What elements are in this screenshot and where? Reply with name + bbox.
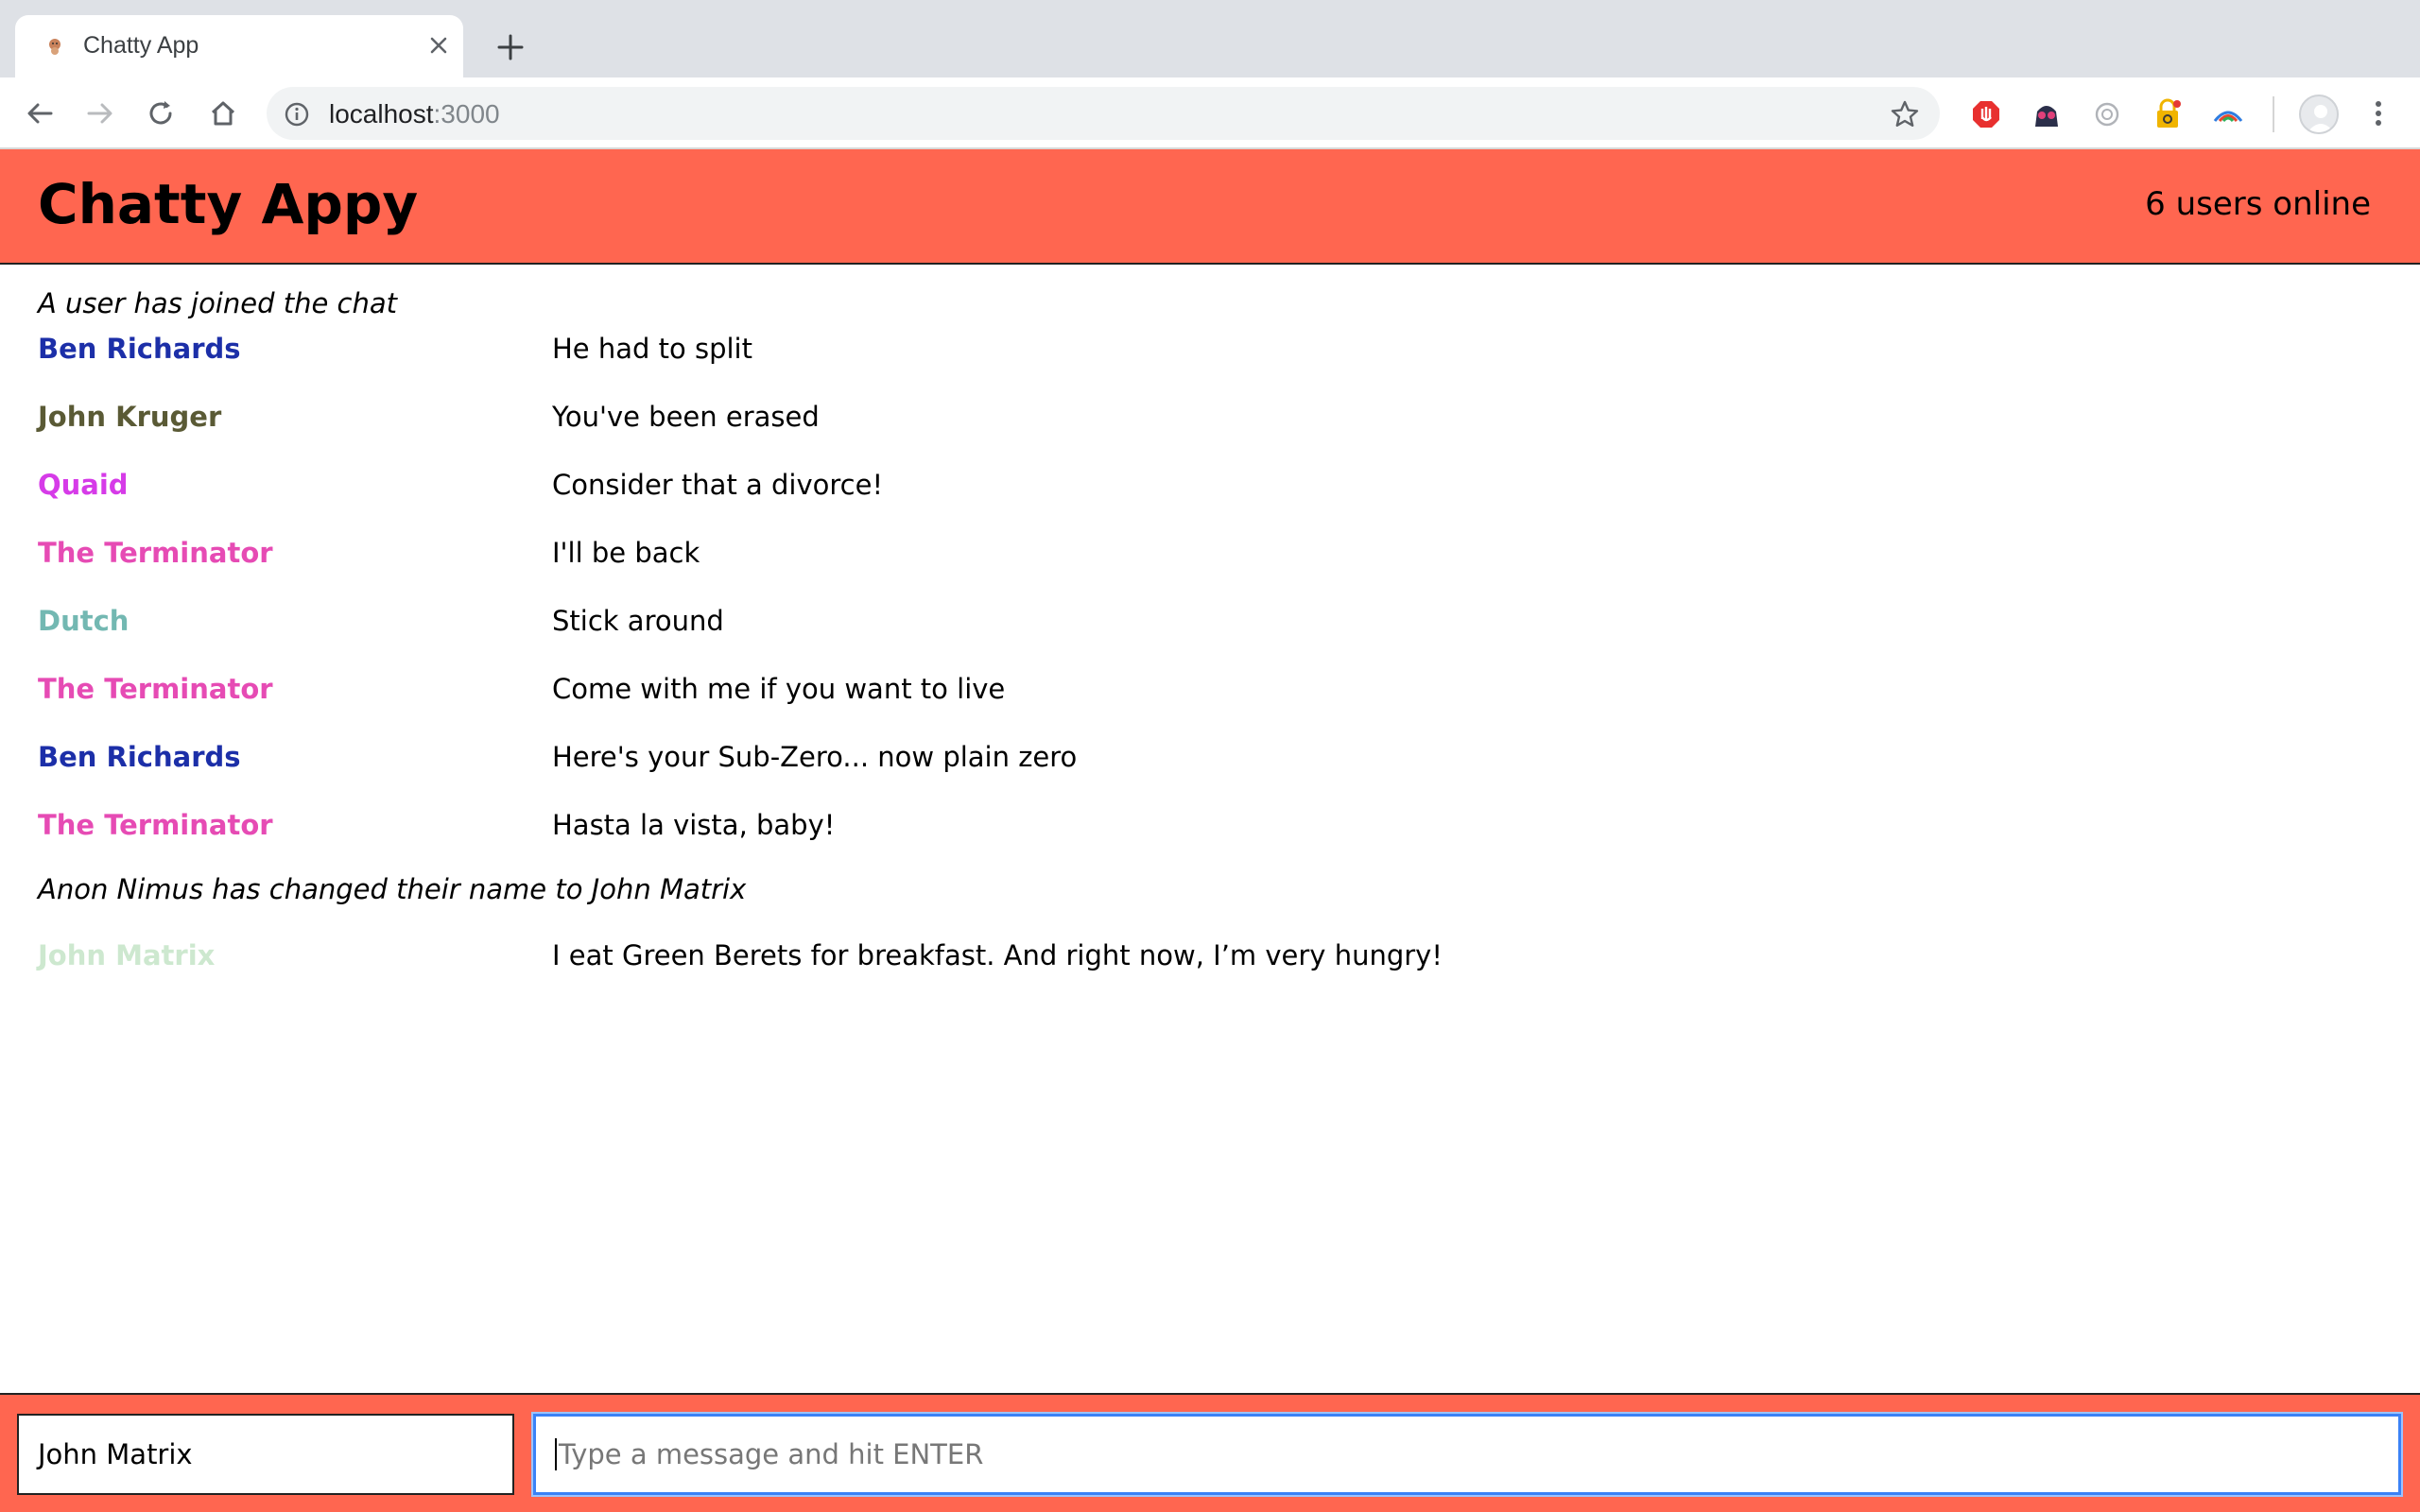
message-input[interactable]: Type a message and hit ENTER — [533, 1414, 2401, 1495]
message-username: John Matrix — [38, 939, 216, 971]
new-tab-icon[interactable] — [493, 30, 527, 64]
app-navbar: Chatty Appy 6 users online — [0, 149, 2420, 265]
url-text: localhost:3000 — [329, 99, 500, 129]
email-lock-extension-icon[interactable] — [2152, 98, 2184, 130]
message-content: Consider that a divorce! — [552, 469, 884, 501]
home-icon[interactable] — [206, 96, 240, 130]
message-username: Dutch — [38, 605, 130, 637]
users-online-count: 6 users online — [2145, 185, 2371, 223]
message-content: I eat Green Berets for breakfast. And ri… — [552, 939, 1443, 971]
chat-message: Dutch Stick around — [0, 605, 2420, 662]
back-icon[interactable] — [23, 96, 57, 130]
chat-message: The Terminator Come with me if you want t… — [0, 673, 2420, 730]
browser-tabstrip: Chatty App — [0, 0, 2420, 77]
message-username: The Terminator — [38, 673, 273, 705]
browser-tab[interactable]: Chatty App — [15, 15, 463, 77]
message-content: Stick around — [552, 605, 724, 637]
chat-message: Ben Richards He had to split — [0, 333, 2420, 389]
text-caret — [555, 1438, 557, 1470]
forward-icon[interactable] — [83, 96, 117, 130]
message-username: The Terminator — [38, 809, 273, 841]
system-notification: Anon Nimus has changed their name to Joh… — [38, 873, 747, 905]
url-host: localhost — [329, 99, 434, 129]
more-menu-icon[interactable] — [2363, 94, 2394, 132]
chat-message: Quaid Consider that a divorce! — [0, 469, 2420, 525]
profile-avatar[interactable] — [2299, 94, 2339, 134]
tab-title: Chatty App — [83, 32, 199, 59]
adblock-extension-icon[interactable] — [1970, 98, 2002, 130]
chat-composer: John Matrix Type a message and hit ENTER — [0, 1393, 2420, 1512]
message-username: Quaid — [38, 469, 129, 501]
bookmark-star-icon[interactable] — [1889, 98, 1921, 130]
rainbow-extension-icon[interactable] — [2212, 98, 2244, 130]
message-placeholder: Type a message and hit ENTER — [559, 1438, 984, 1470]
message-username: The Terminator — [38, 537, 273, 569]
info-icon[interactable] — [284, 101, 310, 128]
message-username: Ben Richards — [38, 741, 241, 773]
close-icon[interactable] — [424, 30, 454, 60]
chat-message: Ben Richards Here's your Sub-Zero... now … — [0, 741, 2420, 798]
system-notification: A user has joined the chat — [38, 287, 397, 319]
person-icon — [2308, 105, 2334, 132]
message-username: Ben Richards — [38, 333, 241, 365]
chat-message: The Terminator Hasta la vista, baby! — [0, 809, 2420, 866]
browser-toolbar: localhost:3000 — [0, 77, 2420, 149]
reload-icon[interactable] — [144, 96, 178, 130]
coin-extension-icon[interactable] — [2091, 98, 2123, 130]
message-username: John Kruger — [38, 401, 222, 433]
address-bar[interactable]: localhost:3000 — [267, 87, 1940, 140]
url-port: :3000 — [433, 99, 500, 129]
darth-extension-icon[interactable] — [2031, 98, 2063, 130]
message-content: You've been erased — [552, 401, 820, 433]
username-input[interactable]: John Matrix — [17, 1414, 514, 1495]
toolbar-separator — [2273, 96, 2274, 132]
message-content: Here's your Sub-Zero... now plain zero — [552, 741, 1078, 773]
chat-message: The Terminator I'll be back — [0, 537, 2420, 593]
message-content: Come with me if you want to live — [552, 673, 1006, 705]
message-content: He had to split — [552, 333, 752, 365]
message-content: I'll be back — [552, 537, 700, 569]
message-content: Hasta la vista, baby! — [552, 809, 836, 841]
app-title[interactable]: Chatty Appy — [38, 172, 418, 236]
chat-message: John Kruger You've been erased — [0, 401, 2420, 457]
favicon-icon — [49, 39, 60, 55]
chat-message: John Matrix I eat Green Berets for breakf… — [0, 939, 2420, 996]
